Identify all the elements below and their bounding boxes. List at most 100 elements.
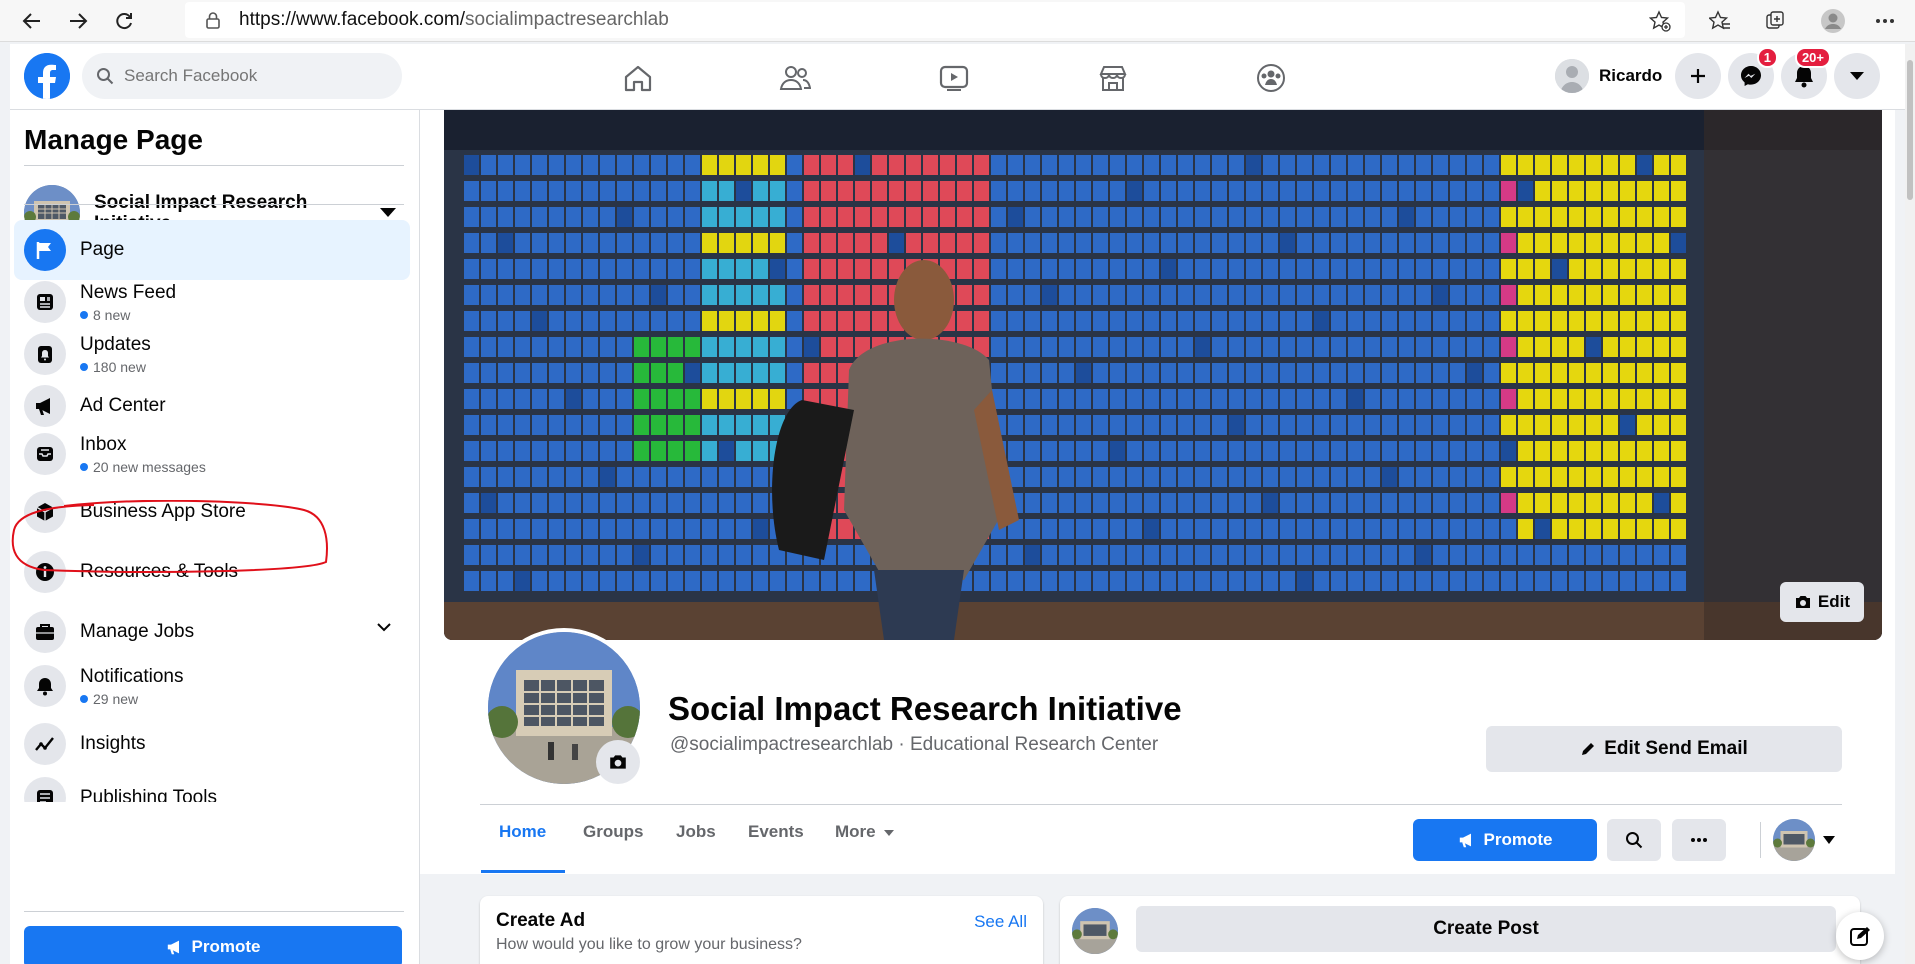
page-more-options-button[interactable]	[1672, 819, 1726, 861]
new-message-button[interactable]	[1836, 912, 1884, 960]
pencil-icon	[1582, 743, 1595, 755]
cover-photo[interactable]: Edit	[444, 110, 1882, 640]
camera-icon	[1795, 596, 1810, 608]
divider	[24, 165, 404, 166]
facebook-logo-icon[interactable]	[24, 53, 70, 99]
watch-nav-icon[interactable]	[934, 58, 974, 98]
home-nav-icon[interactable]	[618, 58, 658, 98]
updates-icon	[24, 333, 66, 375]
page-search-button[interactable]	[1607, 819, 1661, 861]
address-bar[interactable]: https://www.facebook.com/socialimpactres…	[185, 2, 1685, 38]
create-button[interactable]	[1675, 53, 1721, 99]
profile-chip[interactable]: Ricardo	[1550, 53, 1672, 99]
insights-icon	[24, 723, 66, 765]
sidebar-item-page[interactable]: Page	[14, 220, 410, 280]
flag-icon	[24, 229, 66, 271]
sidebar-item-inbox[interactable]: Inbox 20 new messages	[14, 424, 410, 484]
marketplace-nav-icon[interactable]	[1093, 58, 1133, 98]
sidebar-item-sub: 180 new	[80, 359, 151, 375]
edit-cover-label: Edit	[1817, 592, 1850, 611]
browser-menu-icon[interactable]	[1870, 6, 1900, 36]
sidebar-item-sub: 8 new	[80, 307, 176, 323]
browser-profile-icon[interactable]	[1818, 6, 1848, 36]
page-handle: @socialimpactresearchlab · Educational R…	[670, 734, 1159, 755]
notifications-button[interactable]: 20+	[1781, 47, 1831, 99]
sidebar-item-notifications[interactable]: Notifications 29 new	[14, 656, 410, 716]
tab-jobs[interactable]: Jobs	[676, 822, 716, 842]
sidebar-promote-button[interactable]: Promote	[24, 926, 402, 964]
url-text: https://www.facebook.com/socialimpactres…	[239, 9, 669, 31]
notifications-badge: 20+	[1794, 47, 1831, 68]
tab-more[interactable]: More	[835, 822, 894, 842]
groups-nav-icon[interactable]	[1251, 58, 1291, 98]
url-path: socialimpactresearchlab	[465, 9, 669, 30]
page-avatar	[1773, 819, 1815, 861]
sidebar-item-label: Notifications	[80, 665, 184, 687]
more-dots-icon	[1691, 838, 1707, 842]
collections-icon[interactable]	[1760, 6, 1790, 36]
sidebar-item-label: Insights	[80, 733, 146, 754]
annotation-circle	[11, 500, 328, 573]
see-all-link[interactable]: See All	[974, 912, 1027, 932]
active-tab-indicator	[481, 870, 565, 873]
url-host: https://www.facebook.com/	[239, 9, 465, 30]
facebook-search[interactable]	[82, 53, 402, 99]
favorites-icon[interactable]	[1705, 6, 1735, 36]
megaphone-icon	[167, 940, 179, 955]
sidebar-item-label: Page	[80, 239, 125, 260]
caret-down-icon[interactable]	[380, 208, 396, 217]
facebook-top-bar: Ricardo 1 20+	[10, 44, 1905, 110]
create-post-button[interactable]: Create Post	[1136, 906, 1836, 952]
lock-icon	[206, 12, 220, 29]
plus-icon	[1691, 69, 1705, 83]
caret-down-icon	[883, 829, 894, 836]
tab-events[interactable]: Events	[748, 822, 804, 842]
sidebar-item-sub: 29 new	[80, 691, 184, 707]
browser-toolbar: https://www.facebook.com/socialimpactres…	[0, 0, 1915, 42]
sidebar-item-insights[interactable]: Insights	[14, 714, 410, 774]
profile-name: Ricardo	[1599, 66, 1663, 85]
promote-button[interactable]: Promote	[1413, 819, 1597, 861]
voice-switcher[interactable]	[1765, 819, 1837, 861]
scrollbar-thumb[interactable]	[1907, 60, 1913, 200]
tab-more-label: More	[835, 822, 876, 841]
tab-home[interactable]: Home	[499, 822, 546, 842]
create-ad-subtitle: How would you like to grow your business…	[496, 936, 802, 953]
divider	[24, 204, 404, 205]
compose-icon	[1850, 927, 1870, 946]
forward-icon[interactable]	[62, 5, 94, 37]
friends-nav-icon[interactable]	[775, 58, 815, 98]
sidebar-item-label: News Feed	[80, 281, 177, 303]
messenger-button[interactable]: 1	[1728, 47, 1778, 99]
manage-page-sidebar: Manage Page Social Impact Research Initi…	[10, 110, 420, 964]
refresh-icon[interactable]	[108, 5, 140, 37]
chevron-down-icon[interactable]	[376, 622, 392, 632]
page-avatar	[1072, 908, 1118, 954]
page-main: Edit Social Impact Research Initiative @…	[420, 110, 1895, 964]
news-feed-icon	[24, 281, 66, 323]
sidebar-item-sub: 20 new messages	[80, 459, 206, 475]
create-ad-title: Create Ad	[496, 910, 586, 931]
send-email-label: Edit Send Email	[1604, 738, 1748, 759]
messenger-badge: 1	[1756, 47, 1778, 68]
sidebar-item-label: Updates	[80, 333, 151, 355]
edit-cover-button[interactable]: Edit	[1779, 582, 1864, 622]
camera-icon	[610, 755, 626, 769]
divider	[24, 911, 404, 912]
account-menu-button[interactable]	[1834, 53, 1880, 99]
divider	[480, 804, 1842, 805]
edit-send-email-button[interactable]: Edit Send Email	[1486, 726, 1842, 772]
tab-groups[interactable]: Groups	[583, 822, 643, 842]
chevron-down-icon	[1850, 72, 1864, 80]
back-icon[interactable]	[16, 5, 48, 37]
favorite-add-icon[interactable]	[1645, 6, 1675, 36]
sidebar-item-updates[interactable]: Updates 180 new	[14, 324, 410, 384]
profile-camera-button[interactable]	[596, 740, 640, 784]
search-input[interactable]	[124, 66, 374, 86]
sidebar-item-news-feed[interactable]: News Feed 8 new	[14, 272, 410, 332]
divider	[1760, 822, 1761, 858]
megaphone-icon	[24, 385, 66, 427]
sidebar-item-manage-jobs[interactable]: Manage Jobs	[14, 602, 410, 662]
inbox-icon	[24, 433, 66, 475]
bell-icon	[24, 665, 66, 707]
